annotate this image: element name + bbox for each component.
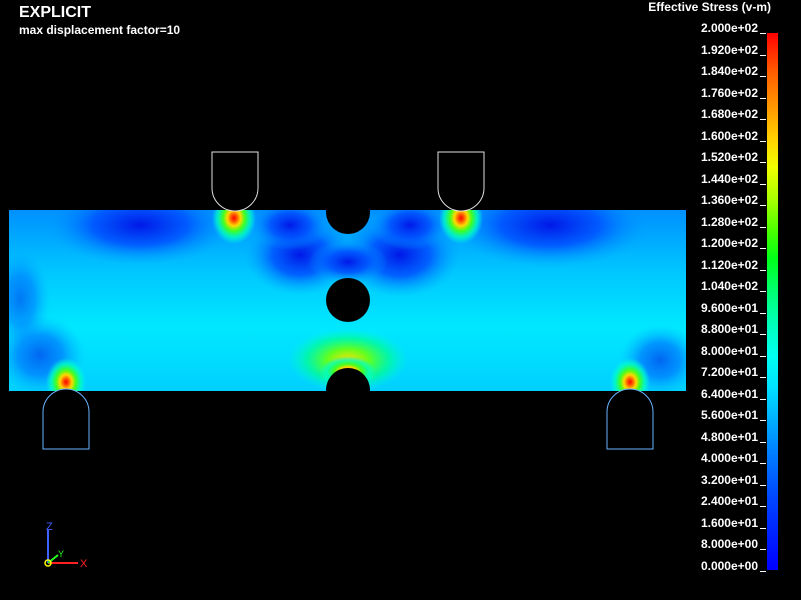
y-axis-line (47, 554, 59, 564)
top-hole (326, 190, 370, 234)
left-support (42, 388, 90, 450)
x-axis-label: X (80, 558, 88, 570)
axis-triad: Z X Y (44, 521, 88, 570)
middle-hole (326, 278, 370, 322)
model-viewport[interactable] (0, 0, 801, 600)
right-loader (437, 151, 485, 212)
z-axis-label: Z (46, 521, 53, 533)
bottom-hole (326, 368, 370, 412)
right-support (606, 388, 654, 450)
left-loader (211, 151, 259, 212)
y-axis-label: Y (58, 549, 64, 559)
